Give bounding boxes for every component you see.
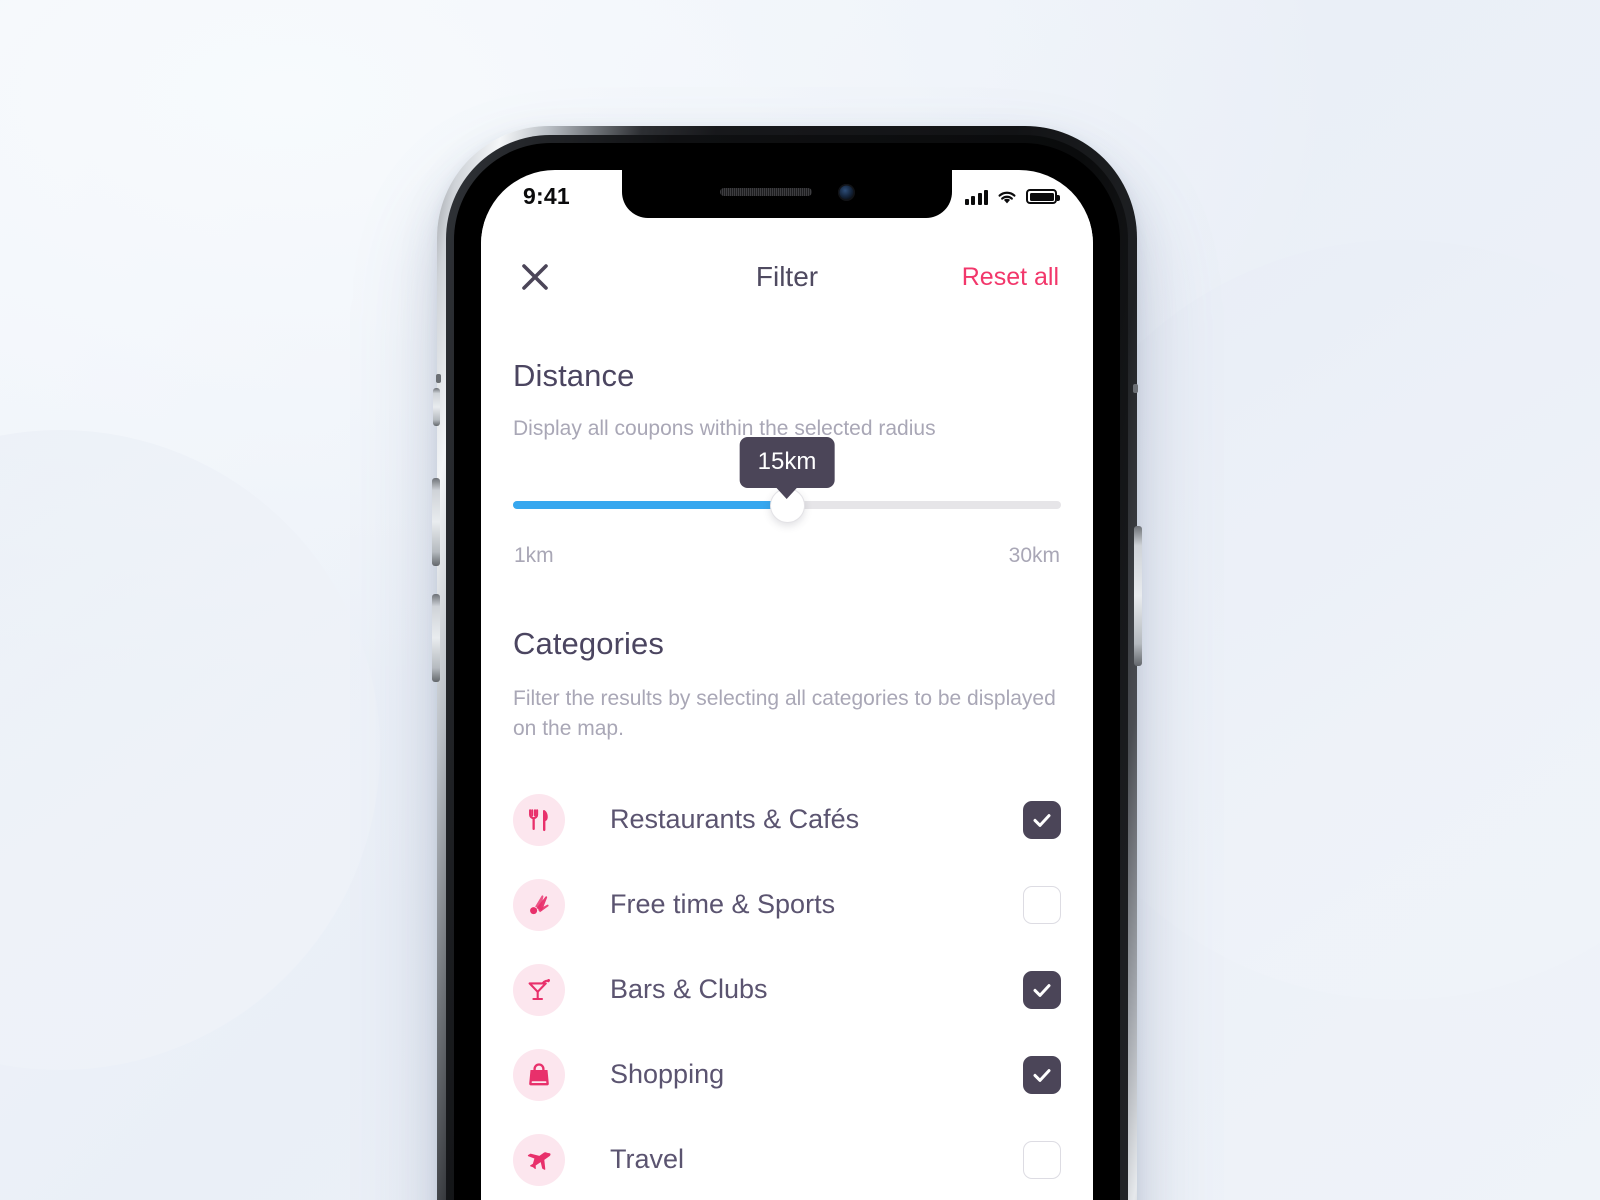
- slider-fill: [513, 500, 787, 509]
- categories-description: Filter the results by selecting all cate…: [513, 686, 1056, 740]
- app-bar: Filter Reset all: [508, 218, 1066, 336]
- antenna-line-left: [436, 374, 441, 383]
- wifi-icon: [998, 191, 1016, 203]
- category-checkbox[interactable]: [1023, 970, 1061, 1009]
- cocktail-icon: [513, 963, 565, 1016]
- page-title: Filter: [755, 261, 819, 292]
- category-row[interactable]: Restaurants & Cafés: [513, 777, 1061, 862]
- signal-bars-icon: [964, 189, 988, 205]
- category-checkbox[interactable]: [1023, 800, 1061, 839]
- category-row[interactable]: Free time & Sports: [513, 862, 1061, 947]
- distance-slider[interactable]: 15km: [513, 436, 1061, 532]
- battery-full-icon: [1026, 189, 1060, 204]
- category-checkbox[interactable]: [1023, 1140, 1061, 1179]
- category-label: Restaurants & Cafés: [610, 804, 860, 835]
- mute-switch-button[interactable]: [433, 388, 440, 426]
- categories-title: Categories: [513, 625, 664, 661]
- volume-down-button[interactable]: [432, 594, 440, 682]
- phone-screen: 9:41 Filter Reset all Distance Display a…: [481, 170, 1093, 1200]
- shopping-bag-icon: [513, 1048, 565, 1101]
- airplane-icon: [513, 1133, 565, 1186]
- filter-screen: Filter Reset all Distance Display all co…: [481, 218, 1093, 1200]
- category-checkbox[interactable]: [1023, 885, 1061, 924]
- phone-device-frame: 9:41 Filter Reset all Distance Display a…: [432, 126, 1142, 1200]
- distance-title: Distance: [513, 358, 635, 393]
- category-list: Restaurants & Cafés Free time & Sports Bar…: [513, 777, 1061, 1200]
- cutlery-icon: [513, 793, 565, 846]
- category-label: Shopping: [610, 1059, 725, 1090]
- volume-up-button[interactable]: [432, 478, 440, 566]
- slider-value-tooltip: 15km: [739, 436, 835, 488]
- earpiece-speaker-icon: [719, 188, 812, 196]
- slider-max-label: 30km: [1008, 543, 1060, 567]
- category-label: Travel: [610, 1144, 685, 1175]
- checkmark-icon: [1033, 814, 1051, 827]
- checkmark-icon: [1033, 1069, 1051, 1082]
- antenna-line-right: [1133, 384, 1138, 393]
- category-row[interactable]: Shopping: [513, 1032, 1061, 1117]
- notch: [622, 170, 952, 218]
- slider-min-label: 1km: [514, 543, 554, 567]
- categories-section: Categories Filter the results by selecti…: [508, 568, 1066, 1200]
- status-bar-icons: [964, 189, 1060, 205]
- category-checkbox[interactable]: [1023, 1055, 1061, 1094]
- status-bar-time: 9:41: [523, 183, 570, 209]
- distance-section: Distance Display all coupons within the …: [508, 336, 1066, 568]
- category-label: Free time & Sports: [610, 889, 836, 920]
- power-button[interactable]: [1134, 526, 1142, 666]
- shuttlecock-icon: [513, 878, 565, 931]
- category-row[interactable]: Bars & Clubs: [513, 947, 1061, 1032]
- category-label: Bars & Clubs: [610, 974, 768, 1005]
- category-row[interactable]: Travel: [513, 1117, 1061, 1200]
- slider-range-labels: 1km 30km: [513, 544, 1061, 568]
- checkmark-icon: [1033, 984, 1051, 997]
- front-camera-icon: [837, 183, 855, 201]
